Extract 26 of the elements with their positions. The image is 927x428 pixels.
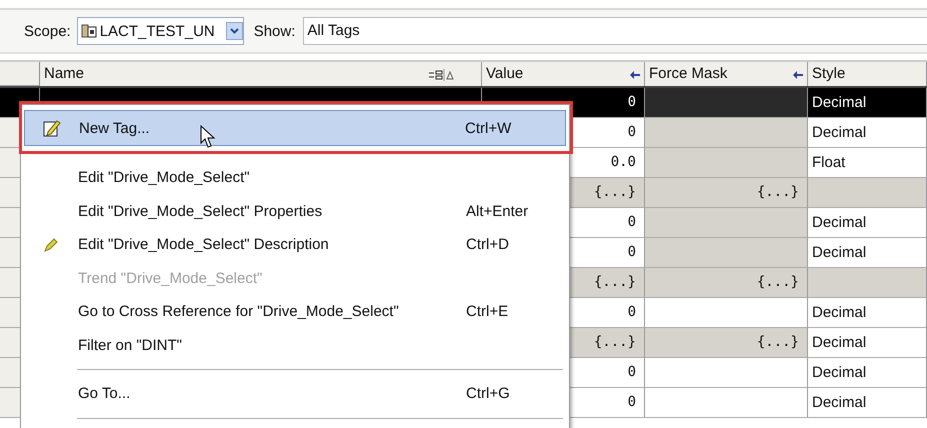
force-mask-cell: {...} xyxy=(645,328,808,358)
style-cell: Decimal xyxy=(808,298,927,328)
column-header[interactable]: Name xyxy=(40,62,482,86)
note-pencil-icon xyxy=(43,119,61,137)
scope-label: Scope: xyxy=(24,22,71,40)
arrow-left-icon[interactable] xyxy=(793,71,803,79)
style-cell: Decimal xyxy=(808,208,927,238)
force-mask-cell: {...} xyxy=(645,178,808,208)
style-cell: Decimal xyxy=(808,328,927,358)
controller-icon xyxy=(80,23,97,39)
style-cell: Decimal xyxy=(808,238,927,268)
show-filter-field[interactable]: All Tags xyxy=(303,17,927,45)
style-cell: Decimal xyxy=(808,88,927,118)
pencil-icon xyxy=(43,236,59,253)
mouse-cursor-icon xyxy=(200,125,216,149)
arrow-left-icon[interactable] xyxy=(630,71,640,79)
force-mask-cell: {...} xyxy=(645,268,808,298)
show-label: Show: xyxy=(254,22,296,40)
style-cell: Decimal xyxy=(808,388,927,418)
scope-dropdown[interactable]: LACT_TEST_UN xyxy=(76,17,244,45)
style-cell: Decimal xyxy=(808,118,927,148)
sort-icon[interactable] xyxy=(428,69,454,81)
style-cell: Decimal xyxy=(808,358,927,388)
column-header[interactable]: Style xyxy=(808,62,927,86)
menu-item[interactable]: New Tag... Ctrl+W xyxy=(24,110,566,146)
style-cell: Float xyxy=(808,148,927,178)
